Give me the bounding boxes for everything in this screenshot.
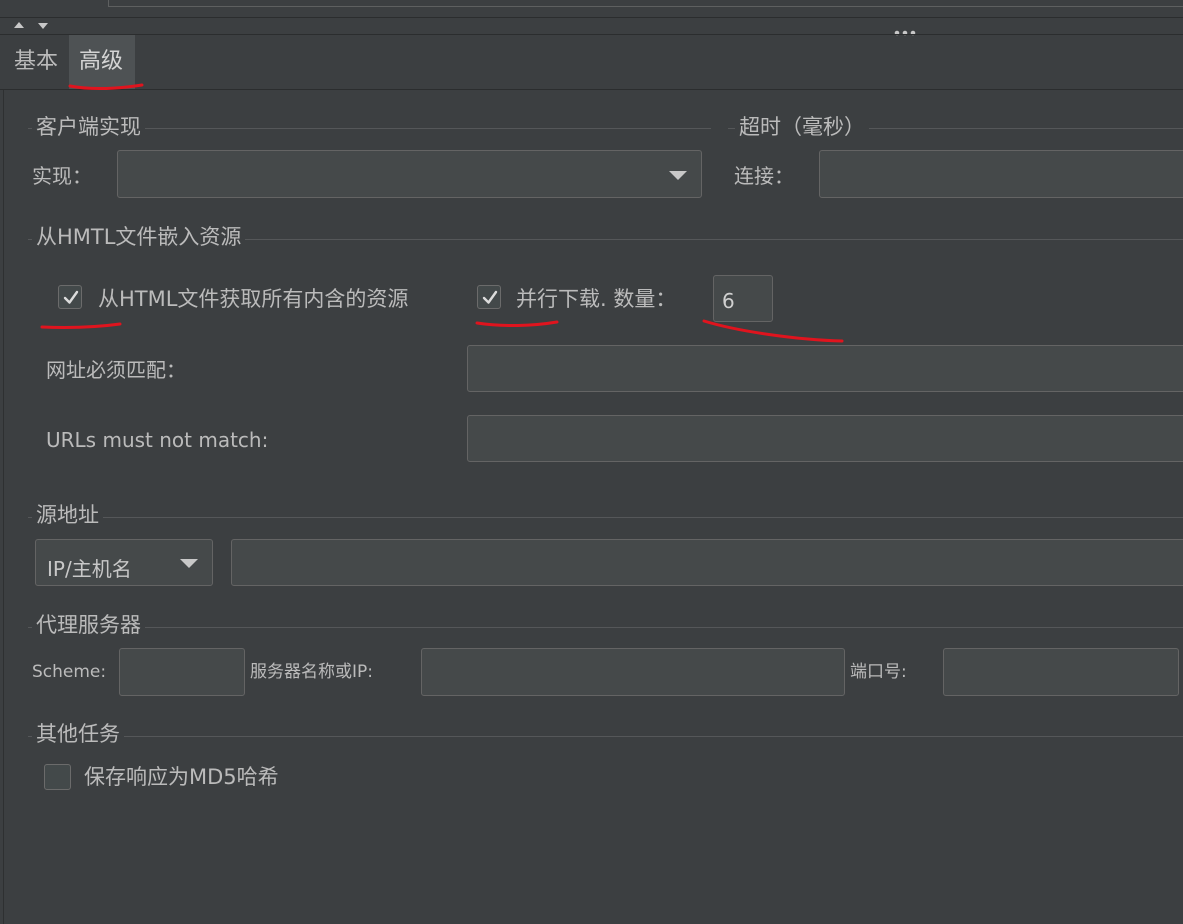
urls-must-not-match-label: URLs must not match: xyxy=(46,428,269,452)
md5-checkbox[interactable] xyxy=(44,764,71,790)
proxy-title: 代理服务器 xyxy=(32,615,145,636)
client-impl-title: 客户端实现 xyxy=(32,117,145,138)
timeout-title: 超时（毫秒） xyxy=(735,117,869,138)
top-panel-edge xyxy=(0,0,1183,17)
source-type-dropdown[interactable]: IP/主机名 xyxy=(35,539,213,586)
scheme-input[interactable] xyxy=(119,648,245,696)
annotation-underline-retrieve-all xyxy=(40,322,122,329)
collapse-up-icon[interactable] xyxy=(14,22,24,28)
tab-advanced-label: 高级 xyxy=(79,49,124,74)
urls-must-not-match-input[interactable] xyxy=(467,415,1183,462)
source-type-value: IP/主机名 xyxy=(47,557,132,581)
tab-advanced[interactable]: 高级 xyxy=(69,35,135,89)
port-label: 端口号: xyxy=(850,662,907,682)
splitter-bar[interactable] xyxy=(0,18,1183,36)
checkmark-icon xyxy=(63,290,79,304)
tab-basic[interactable]: 基本 xyxy=(8,35,68,89)
urls-must-match-label: 网址必须匹配： xyxy=(46,358,186,382)
connect-label: 连接： xyxy=(734,164,794,188)
parallel-download-checkbox[interactable] xyxy=(477,285,501,309)
annotation-underline-parallel xyxy=(475,320,559,328)
tab-basic-label: 基本 xyxy=(14,49,59,74)
server-input[interactable] xyxy=(421,648,845,696)
scheme-label: Scheme: xyxy=(32,662,107,682)
server-label: 服务器名称或IP: xyxy=(250,662,373,682)
chevron-down-icon xyxy=(180,559,198,568)
impl-dropdown[interactable] xyxy=(117,150,702,198)
chevron-down-icon xyxy=(669,171,687,180)
source-title: 源地址 xyxy=(32,505,103,526)
retrieve-all-checkbox[interactable] xyxy=(58,285,82,309)
connect-timeout-input[interactable] xyxy=(819,150,1183,198)
collapse-down-icon[interactable] xyxy=(38,23,48,29)
source-address-input[interactable] xyxy=(231,539,1183,586)
checkmark-icon xyxy=(482,290,498,304)
port-input[interactable] xyxy=(943,648,1179,696)
urls-must-match-input[interactable] xyxy=(467,345,1183,392)
parallel-count-input[interactable]: 6 xyxy=(713,275,773,322)
tab-bar: 基本 高级 xyxy=(0,35,1183,89)
parallel-download-label: 并行下载. 数量： xyxy=(516,287,677,311)
other-tasks-title: 其他任务 xyxy=(32,724,124,745)
md5-label: 保存响应为MD5哈希 xyxy=(84,765,279,789)
retrieve-all-label: 从HTML文件获取所有内含的资源 xyxy=(98,287,409,311)
parallel-count-value: 6 xyxy=(722,289,735,313)
embedded-title: 从HMTL文件嵌入资源 xyxy=(32,227,246,248)
impl-label: 实现： xyxy=(32,164,92,188)
